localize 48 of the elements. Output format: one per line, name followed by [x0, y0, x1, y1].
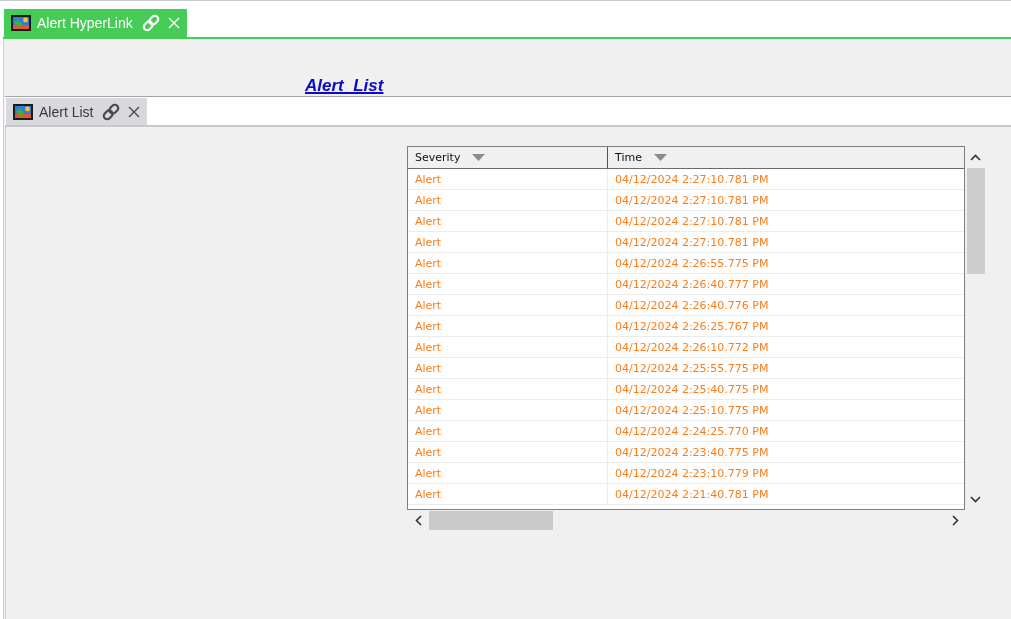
table-cell-text: 04/12/2024 2:23:40.775 PM	[614, 444, 770, 461]
table-cell-text: 04/12/2024 2:26:40.776 PM	[614, 297, 770, 314]
table-cell: Alert	[408, 400, 608, 420]
table-cell-text: 04/12/2024 2:25:40.775 PM	[614, 381, 770, 398]
table-cell: Alert	[408, 337, 608, 357]
table-cell-text: 04/12/2024 2:24:25.770 PM	[614, 423, 770, 440]
table-cell: Alert	[408, 442, 608, 462]
caret-down-icon[interactable]	[653, 154, 667, 161]
table-cell-text: 04/12/2024 2:27:10.781 PM	[614, 234, 770, 251]
scrollbar-thumb[interactable]	[967, 168, 985, 274]
column-header[interactable]: Time	[608, 147, 964, 168]
chevron-left-icon[interactable]	[414, 514, 422, 526]
table-cell: Alert	[408, 274, 608, 294]
table-cell-text: 04/12/2024 2:23:10.779 PM	[614, 465, 770, 482]
table-cell-text: 04/12/2024 2:26:10.772 PM	[614, 339, 770, 356]
table-cell: Alert	[408, 358, 608, 378]
table-cell: Alert	[408, 463, 608, 483]
table-cell-text: 04/12/2024 2:26:40.777 PM	[614, 276, 770, 293]
table-cell: Alert	[408, 421, 608, 441]
landscape-picture-icon	[13, 103, 33, 120]
table-cell-text: 04/12/2024 2:27:10.781 PM	[614, 171, 770, 188]
chevron-right-icon[interactable]	[951, 514, 959, 526]
table-cell-text: 04/12/2024 2:25:10.775 PM	[614, 402, 770, 419]
table-cell: Alert	[408, 484, 608, 504]
hyperlink[interactable]: Alert_List	[305, 76, 384, 96]
scrollbar-thumb[interactable]	[429, 510, 553, 530]
caret-down-icon[interactable]	[472, 154, 486, 161]
chevron-up-icon[interactable]	[969, 153, 981, 161]
close-icon[interactable]	[128, 105, 141, 118]
table-cell: Alert	[408, 316, 608, 336]
landscape-picture-icon	[11, 15, 31, 31]
table-cell: Alert	[408, 232, 608, 252]
table-cell: Alert	[408, 190, 608, 210]
table-cell-text: 04/12/2024 2:26:55.775 PM	[614, 255, 770, 272]
table-cell-text: 04/12/2024 2:27:10.781 PM	[614, 213, 770, 230]
table-cell: Alert	[408, 169, 608, 189]
table-cell-text: 04/12/2024 2:27:10.781 PM	[614, 192, 770, 209]
column-header[interactable]: Severity	[408, 147, 608, 168]
table-cell: Alert	[408, 253, 608, 273]
table-cell-text: 04/12/2024 2:25:55.775 PM	[614, 360, 770, 377]
chevron-down-icon[interactable]	[969, 495, 981, 503]
table-cell-text: 04/12/2024 2:21:40.781 PM	[614, 486, 770, 503]
table-cell: Alert	[408, 295, 608, 315]
table-cell: Alert	[408, 379, 608, 399]
table-cell: Alert	[408, 211, 608, 231]
table-cell-text: 04/12/2024 2:26:25.767 PM	[614, 318, 770, 335]
link-icon[interactable]	[101, 101, 122, 122]
tab[interactable]: Alert List	[6, 98, 148, 125]
